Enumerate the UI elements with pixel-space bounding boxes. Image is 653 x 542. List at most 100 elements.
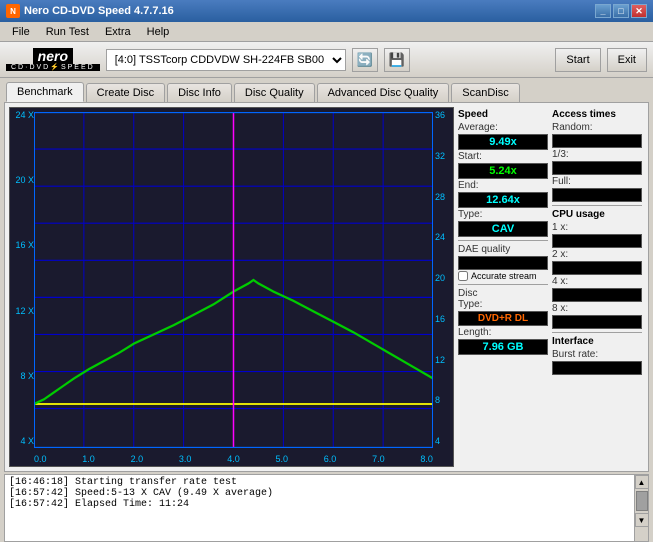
panels-top-row: Speed Average: 9.49x Start: 5.24x End: 1… [458, 109, 644, 376]
log-line-1: [16:46:18] Starting transfer rate test [9, 477, 630, 488]
speed-panel: Speed Average: 9.49x Start: 5.24x End: 1… [458, 109, 548, 376]
disc-header: Disc [458, 288, 548, 299]
chart-left-8: 8 X [12, 371, 34, 381]
tab-scandisc[interactable]: ScanDisc [451, 83, 519, 102]
drive-selector[interactable]: [4:0] TSSTcorp CDDVDW SH-224FB SB00 [106, 49, 346, 71]
start-button[interactable]: Start [555, 48, 600, 72]
scroll-up-button[interactable]: ▲ [635, 475, 649, 489]
save-button[interactable]: 💾 [384, 48, 410, 72]
chart-x-5: 5.0 [275, 454, 288, 464]
type-label: Type: [458, 209, 548, 220]
interface-header: Interface [552, 336, 642, 347]
cpu-2-label: 2 x: [552, 249, 642, 260]
type-value: CAV [458, 221, 548, 237]
chart-right-20: 20 [435, 273, 451, 283]
right-panels: Speed Average: 9.49x Start: 5.24x End: 1… [454, 107, 644, 467]
tab-create-disc[interactable]: Create Disc [86, 83, 165, 102]
scroll-thumb[interactable] [636, 491, 648, 511]
scroll-down-button[interactable]: ▼ [635, 513, 649, 527]
chart-bottom-labels: 0.0 1.0 2.0 3.0 4.0 5.0 6.0 7.0 8.0 [34, 454, 433, 464]
refresh-button[interactable]: 🔄 [352, 48, 378, 72]
average-label: Average: [458, 122, 548, 133]
chart-right-labels: 36 32 28 24 20 16 12 8 4 [435, 108, 451, 448]
maximize-button[interactable]: □ [613, 4, 629, 18]
full-label: Full: [552, 176, 642, 187]
accurate-stream-row: Accurate stream [458, 271, 548, 281]
exit-button[interactable]: Exit [607, 48, 647, 72]
chart-left-4: 4 X [12, 436, 34, 446]
average-value: 9.49x [458, 134, 548, 150]
chart-left-16: 16 X [12, 240, 34, 250]
toolbar: nero CD·DVD⚡SPEED [4:0] TSSTcorp CDDVDW … [0, 42, 653, 78]
chart-x-3: 3.0 [179, 454, 192, 464]
chart-x-1: 1.0 [82, 454, 95, 464]
chart-right-32: 32 [435, 151, 451, 161]
chart-x-7: 7.0 [372, 454, 385, 464]
cpu-1-value [552, 234, 642, 248]
accurate-stream-label: Accurate stream [471, 271, 537, 281]
burst-label: Burst rate: [552, 349, 642, 360]
end-label: End: [458, 180, 548, 191]
access-cpu-panel: Access times Random: 1/3: Full: CPU usag… [552, 109, 642, 376]
window-title: Nero CD-DVD Speed 4.7.7.16 [24, 5, 174, 17]
tab-bar: Benchmark Create Disc Disc Info Disc Qua… [0, 78, 653, 102]
burst-value [552, 361, 642, 375]
menu-extra[interactable]: Extra [97, 24, 139, 40]
nero-logo: nero CD·DVD⚡SPEED [6, 48, 100, 71]
chart-x-4: 4.0 [227, 454, 240, 464]
close-button[interactable]: ✕ [631, 4, 647, 18]
cpu-header: CPU usage [552, 209, 642, 220]
app-icon: N [6, 4, 20, 18]
chart-svg [34, 112, 433, 448]
tab-benchmark[interactable]: Benchmark [6, 82, 84, 102]
title-bar: N Nero CD-DVD Speed 4.7.7.16 _ □ ✕ [0, 0, 653, 22]
log-content: [16:46:18] Starting transfer rate test [… [5, 475, 634, 541]
disc-type-value: DVD+R DL [458, 311, 548, 326]
accurate-stream-checkbox[interactable] [458, 271, 468, 281]
chart-x-0: 0.0 [34, 454, 47, 464]
chart-x-2: 2.0 [131, 454, 144, 464]
cpu-2-value [552, 261, 642, 275]
main-content: 24 X 20 X 16 X 12 X 8 X 4 X 36 32 28 24 … [4, 102, 649, 472]
log-area: [16:46:18] Starting transfer rate test [… [4, 474, 649, 542]
chart-left-labels: 24 X 20 X 16 X 12 X 8 X 4 X [12, 108, 34, 448]
onethird-value [552, 161, 642, 175]
cpu-8-label: 8 x: [552, 303, 642, 314]
cpu-4-label: 4 x: [552, 276, 642, 287]
disc-length-value: 7.96 GB [458, 339, 548, 355]
start-label: Start: [458, 151, 548, 162]
random-label: Random: [552, 122, 642, 133]
chart-right-4: 4 [435, 436, 451, 446]
minimize-button[interactable]: _ [595, 4, 611, 18]
log-line-2: [16:57:42] Speed:5-13 X CAV (9.49 X aver… [9, 488, 630, 499]
log-scrollbar: ▲ ▼ [634, 475, 648, 541]
menu-run-test[interactable]: Run Test [38, 24, 97, 40]
dae-value [458, 256, 548, 270]
tab-disc-quality[interactable]: Disc Quality [234, 83, 315, 102]
full-value [552, 188, 642, 202]
log-line-3: [16:57:42] Elapsed Time: 11:24 [9, 499, 630, 510]
chart-right-36: 36 [435, 110, 451, 120]
disc-length-label: Length: [458, 327, 548, 338]
end-value: 12.64x [458, 192, 548, 208]
chart-left-24: 24 X [12, 110, 34, 120]
chart-right-8: 8 [435, 395, 451, 405]
random-value [552, 134, 642, 148]
chart-left-12: 12 X [12, 306, 34, 316]
menu-file[interactable]: File [4, 24, 38, 40]
tab-disc-info[interactable]: Disc Info [167, 83, 232, 102]
speed-header: Speed [458, 109, 548, 120]
dae-header: DAE quality [458, 244, 548, 255]
menu-help[interactable]: Help [139, 24, 178, 40]
chart-inner [34, 112, 433, 448]
disc-type-label: Type: [458, 299, 548, 310]
chart-x-6: 6.0 [324, 454, 337, 464]
cpu-8-value [552, 315, 642, 329]
onethird-label: 1/3: [552, 149, 642, 160]
menu-bar: File Run Test Extra Help [0, 22, 653, 42]
chart-right-24: 24 [435, 232, 451, 242]
tab-advanced-disc-quality[interactable]: Advanced Disc Quality [317, 83, 450, 102]
chart-area: 24 X 20 X 16 X 12 X 8 X 4 X 36 32 28 24 … [9, 107, 454, 467]
cpu-4-value [552, 288, 642, 302]
chart-left-20: 20 X [12, 175, 34, 185]
